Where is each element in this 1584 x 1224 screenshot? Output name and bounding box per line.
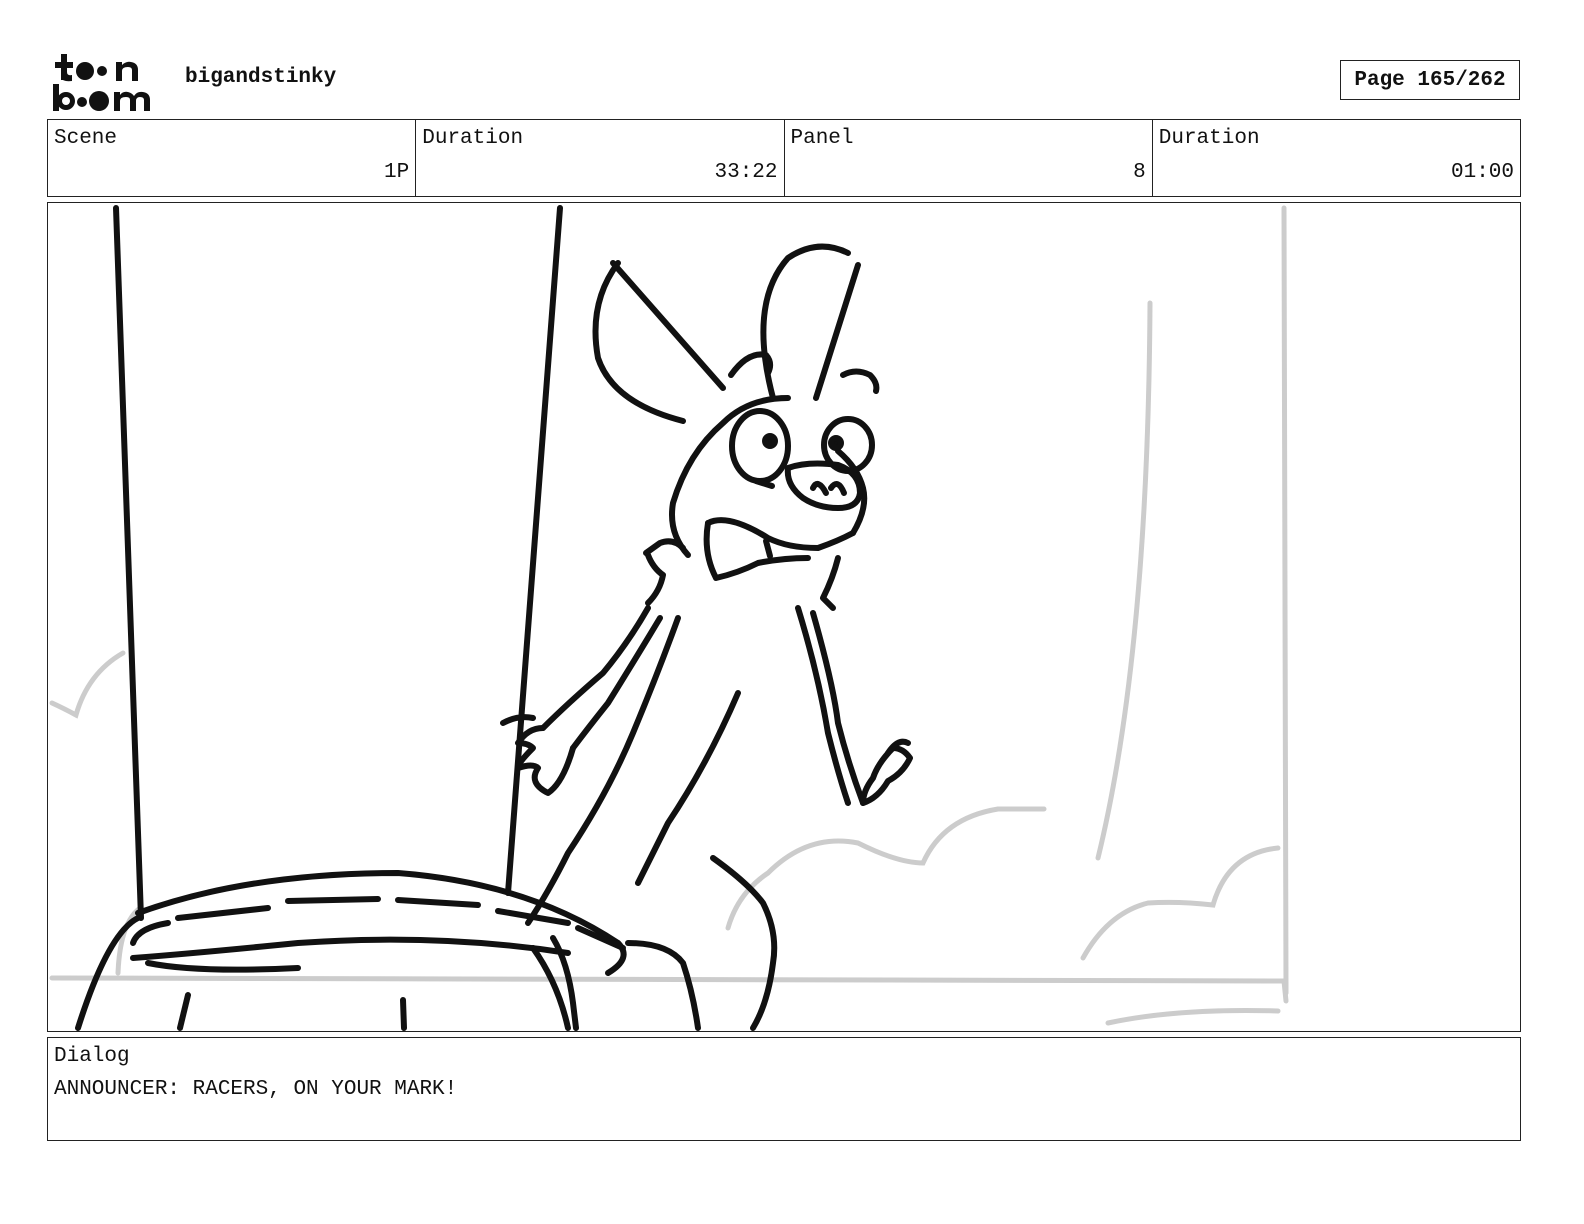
panel-duration-cell: Duration 01:00: [1153, 120, 1520, 196]
dialog-box: Dialog ANNOUNCER: RACERS, ON YOUR MARK!: [47, 1037, 1521, 1141]
scene-label: Scene: [54, 127, 118, 150]
character-sketch: [75, 205, 913, 1031]
page-indicator: Page 165/262: [1340, 60, 1520, 100]
panel-label: Panel: [790, 127, 854, 150]
dialog-label: Dialog: [54, 1045, 130, 1068]
panel-duration-value: 01:00: [1450, 161, 1514, 184]
scene-value: 1P: [384, 161, 410, 184]
dialog-text: ANNOUNCER: RACERS, ON YOUR MARK!: [54, 1078, 458, 1101]
panel-duration-label: Duration: [1158, 127, 1260, 150]
panel-info-table: Scene 1P Duration 33:22 Panel 8 Duration…: [47, 119, 1521, 197]
storyboard-panel-image: [47, 202, 1521, 1032]
scene-duration-label: Duration: [422, 127, 524, 150]
scene-duration-value: 33:22: [714, 161, 778, 184]
panel-value: 8: [1133, 161, 1146, 184]
toonboom-logo-icon: [50, 52, 165, 112]
project-name: bigandstinky: [185, 66, 337, 89]
scene-duration-cell: Duration 33:22: [416, 120, 785, 196]
panel-cell: Panel 8: [785, 120, 1153, 196]
scene-cell: Scene 1P: [48, 120, 417, 196]
